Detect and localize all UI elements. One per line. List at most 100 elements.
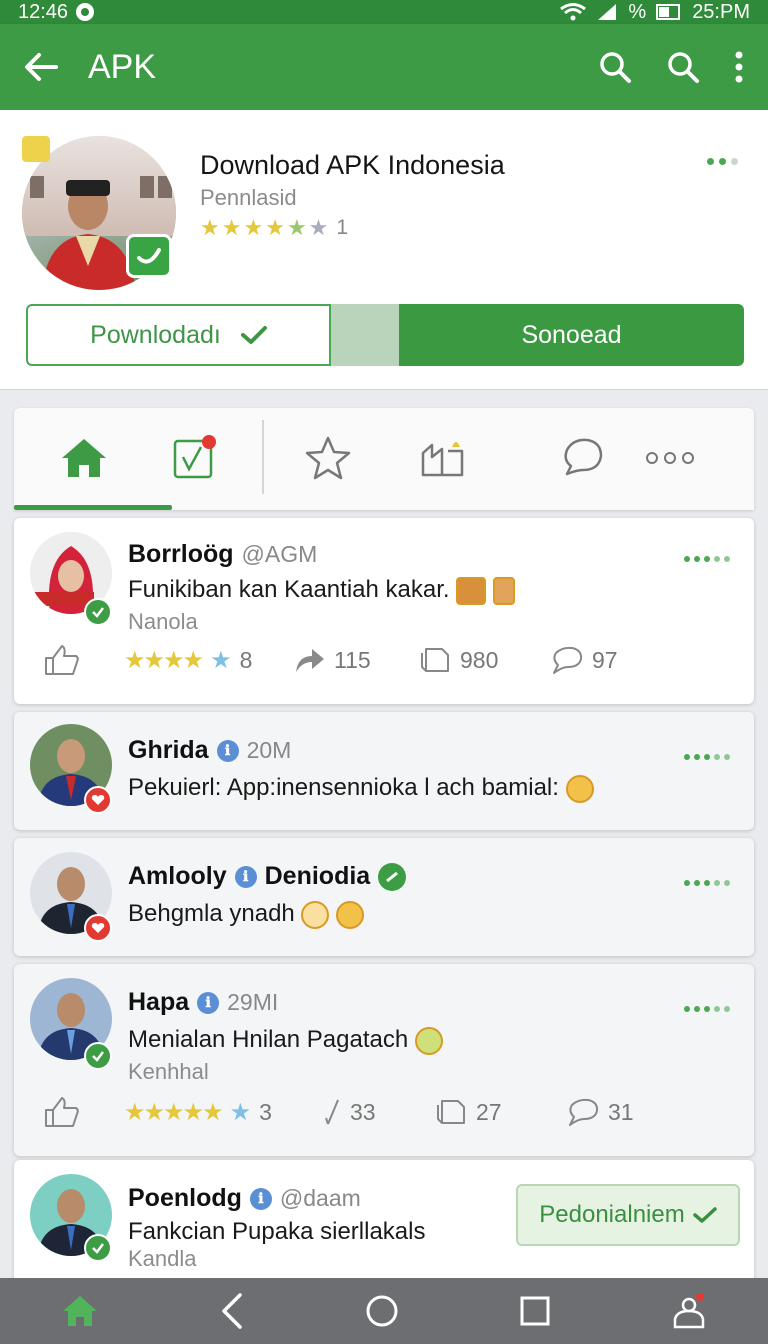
post-menu-icon[interactable] — [684, 556, 730, 562]
tab-more[interactable] — [640, 428, 700, 488]
post-author[interactable]: Poenlodg ℹ @daam — [128, 1184, 361, 1213]
search-icon[interactable] — [598, 50, 632, 84]
author-name-secondary: Deniodia — [264, 862, 371, 890]
app-rating: ★ ★ ★ ★ ★ ★ 1 — [200, 216, 348, 240]
post-text: Fankcian Pupaka sierllakals — [128, 1218, 426, 1245]
status-notification-icon — [76, 3, 95, 21]
reply-icon — [569, 1098, 599, 1126]
tab-notifications[interactable] — [412, 428, 472, 488]
nav-home-circle-icon[interactable] — [365, 1294, 399, 1328]
reply-icon — [553, 646, 583, 674]
star-icon — [305, 436, 351, 480]
post-author[interactable]: Ghrida ℹ 20M — [128, 736, 291, 765]
nav-home-icon[interactable] — [61, 1294, 99, 1328]
tab-tasks[interactable] — [164, 428, 224, 488]
post-author[interactable]: Borrloög @AGM — [128, 540, 317, 569]
post-stats: ★★★★ ★ 8 115 980 97 — [44, 644, 734, 676]
tab-chat[interactable] — [552, 428, 612, 488]
reply-button[interactable]: 31 — [566, 1097, 634, 1127]
tab-favorites[interactable] — [298, 428, 358, 488]
emoji-icon — [414, 1026, 443, 1055]
share-button[interactable]: 33 — [324, 1098, 436, 1126]
star-icon: ★ — [200, 215, 220, 240]
download-progress-segment — [331, 304, 399, 366]
rating-stat: ★★★★ ★ 8 — [124, 646, 253, 674]
feed-post[interactable]: Ghrida ℹ 20M Pekuierl: App:inensennioka … — [14, 712, 754, 830]
repost-icon — [421, 648, 449, 672]
author-handle: 20M — [246, 737, 292, 763]
tab-home[interactable] — [54, 428, 114, 488]
author-handle: 29MI — [227, 989, 279, 1015]
emoji-icon — [301, 900, 330, 929]
profile-icon[interactable] — [671, 1293, 707, 1329]
post-author[interactable]: Amlooly ℹ Deniodia — [128, 862, 407, 891]
author-name: Amlooly — [128, 862, 227, 890]
author-name: Ghrida — [128, 736, 209, 764]
like-button[interactable] — [44, 1096, 124, 1128]
tab-strip — [14, 408, 754, 510]
thumbs-up-icon — [45, 1097, 79, 1127]
battery-icon — [656, 4, 681, 20]
share-icon — [325, 1099, 339, 1125]
emoji-icon — [336, 900, 365, 929]
heart-badge-icon — [84, 914, 112, 942]
status-bar: 12:46 % 25:PM — [0, 0, 768, 24]
download-outline-label: Pownlodadı — [90, 320, 221, 349]
download-filled-label: Sonoead — [521, 320, 622, 349]
author-handle: @AGM — [241, 541, 318, 567]
download-outline-button[interactable]: Pownlodadı — [26, 304, 331, 366]
emoji-icon — [565, 774, 594, 803]
post-stats: ★★★★★ ★ 3 33 27 31 — [44, 1096, 734, 1128]
feed-post[interactable]: Hapa ℹ 29MI Menialan Hnilan Pagatach Ken… — [14, 964, 754, 1156]
card-menu-icon[interactable] — [707, 158, 738, 165]
feed-post[interactable]: Borrloög @AGM Funikiban kan Kaantiah kak… — [14, 518, 754, 704]
app-header-card: Download APK Indonesia Pennlasid ★ ★ ★ ★… — [0, 110, 768, 390]
verified-check-icon — [378, 862, 407, 891]
post-text: Behgmla ynadh — [128, 900, 365, 929]
post-subtext: Nanola — [128, 609, 198, 634]
reply-button[interactable]: 97 — [550, 645, 618, 675]
share-button[interactable]: 115 — [294, 646, 420, 674]
verified-icon: ℹ — [216, 739, 239, 762]
post-text: Funikiban kan Kaantiah kakar. — [128, 576, 515, 605]
status-time-right: 25:PM — [692, 0, 750, 23]
feed-post[interactable]: Amlooly ℹ Deniodia Behgmla ynadh — [14, 838, 754, 956]
verified-badge-icon — [84, 1234, 112, 1262]
rating-stat: ★★★★★ ★ 3 — [124, 1098, 272, 1126]
notification-box-icon — [421, 442, 464, 477]
star-icon: ★ — [286, 215, 307, 240]
back-arrow-icon[interactable] — [24, 52, 58, 82]
post-menu-icon[interactable] — [684, 1006, 730, 1012]
post-author[interactable]: Hapa ℹ 29MI — [128, 988, 278, 1017]
search-icon-secondary[interactable] — [666, 50, 700, 84]
repost-button[interactable]: 980 — [420, 645, 550, 675]
nav-recents-icon[interactable] — [520, 1296, 550, 1326]
app-subtitle: Pennlasid — [200, 185, 297, 210]
new-badge — [22, 136, 50, 162]
more-horizontal-icon — [646, 452, 694, 464]
download-filled-button[interactable]: Sonoead — [399, 304, 744, 366]
overflow-menu-icon[interactable] — [734, 51, 744, 83]
follow-button-label: Pedonialniem — [539, 1201, 685, 1228]
rating-count: 1 — [336, 216, 349, 239]
verified-badge-icon — [84, 598, 112, 626]
star-icon: ★ — [221, 215, 242, 240]
feed-post[interactable]: Poenlodg ℹ @daam Fankcian Pupaka sierlla… — [14, 1160, 754, 1290]
follow-button[interactable]: Pedonialniem — [516, 1184, 740, 1246]
repost-button[interactable]: 27 — [436, 1097, 566, 1127]
emoji-icon — [492, 576, 515, 605]
app-bar-title: APK — [88, 47, 157, 86]
download-button-group: Pownlodadı Sonoead — [26, 304, 744, 366]
author-name: Hapa — [128, 988, 190, 1016]
post-subtext: Kandla — [128, 1246, 197, 1271]
heart-badge-icon — [84, 786, 112, 814]
post-menu-icon[interactable] — [684, 754, 730, 760]
thumbs-up-icon — [45, 645, 79, 675]
like-button[interactable] — [44, 644, 124, 676]
author-name: Poenlodg — [128, 1184, 242, 1212]
post-menu-icon[interactable] — [684, 880, 730, 886]
repost-icon — [437, 1100, 465, 1124]
post-subtext: Kenhhal — [128, 1059, 209, 1084]
share-icon — [296, 649, 324, 672]
nav-back-icon[interactable] — [220, 1293, 244, 1329]
